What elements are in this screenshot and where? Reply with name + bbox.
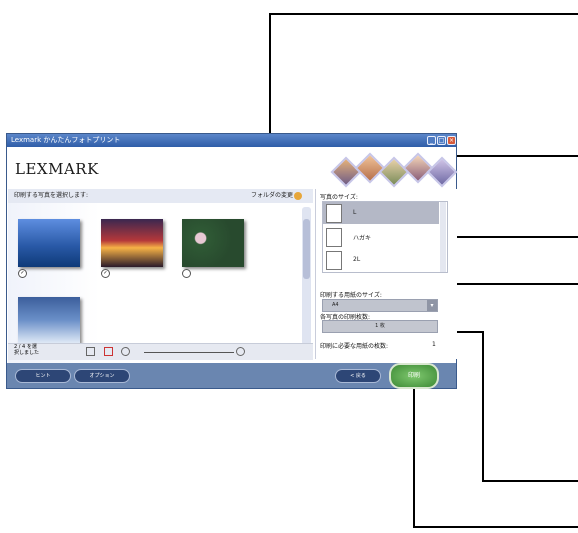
select-all-icon[interactable] [86, 347, 95, 356]
selection-count: 2 / 4 を選 択しました [14, 344, 40, 356]
sheets-label: 印刷に必要な用紙の枚数: [320, 343, 389, 350]
footer-bar: ヒント オプション < 戻る 印刷 [7, 363, 456, 389]
photo-size-option[interactable]: L [323, 202, 439, 224]
photo-checkbox[interactable]: ✓ [101, 269, 110, 278]
back-button[interactable]: < 戻る [335, 369, 381, 383]
folder-icon[interactable] [294, 192, 302, 200]
photo-thumbnail[interactable] [18, 219, 80, 267]
photo-checkbox[interactable]: ✓ [18, 269, 27, 278]
zoom-in-icon[interactable] [236, 347, 245, 356]
window-title: Lexmark かんたんフォトプリント [11, 136, 121, 144]
callout-line [482, 480, 578, 482]
callout-line [482, 331, 484, 482]
print-button[interactable]: 印刷 [389, 363, 439, 389]
size-postcard-icon [326, 228, 342, 247]
hint-button[interactable]: ヒント [15, 369, 71, 383]
photo-instruction: 印刷する写真を選択します: [14, 192, 89, 199]
zoom-out-icon[interactable] [121, 347, 130, 356]
zoom-slider[interactable] [144, 352, 234, 353]
photo-pane-header: 印刷する写真を選択します: フォルダの変更 [8, 189, 313, 203]
callout-line [413, 388, 415, 528]
options-button[interactable]: オプション [74, 369, 130, 383]
header: LEXMARK [7, 147, 458, 188]
photo-thumbnail[interactable] [18, 297, 80, 343]
close-icon[interactable]: × [447, 136, 456, 145]
photo-size-label: 写真のサイズ: [320, 194, 358, 201]
size-2l-icon [326, 251, 342, 270]
size-l-icon [326, 204, 342, 223]
photo-thumbnail[interactable] [182, 219, 244, 267]
folder-change-link[interactable]: フォルダの変更 [251, 189, 293, 203]
photo-size-option[interactable]: 2L [323, 249, 439, 271]
print-settings-pane: 写真のサイズ: L ハガキ 2L 印刷する用紙のサイズ: A4 ▾ 各写真の印刷… [315, 189, 457, 359]
callout-line [269, 13, 578, 15]
deselect-all-icon[interactable] [104, 347, 113, 356]
chevron-down-icon: ▾ [427, 300, 437, 311]
lexmark-logo: LEXMARK [15, 160, 99, 178]
app-window: Lexmark かんたんフォトプリント _ □ × LEXMARK 印刷する写真… [6, 133, 458, 389]
paper-size-dropdown[interactable]: A4 ▾ [322, 299, 438, 312]
photo-toolbar: 2 / 4 を選 択しました [8, 343, 313, 360]
header-photo-banner [325, 151, 458, 188]
photo-scrollbar[interactable] [302, 207, 311, 345]
callout-line [413, 526, 578, 528]
photo-checkbox[interactable] [182, 269, 191, 278]
maximize-icon[interactable]: □ [437, 136, 446, 145]
photo-size-option[interactable]: ハガキ [323, 226, 439, 248]
minimize-icon[interactable]: _ [427, 136, 436, 145]
copies-stepper[interactable]: 1 枚 [322, 320, 438, 333]
photo-thumbnail[interactable] [101, 219, 163, 267]
photo-size-list[interactable]: L ハガキ 2L [322, 201, 448, 273]
paper-size-label: 印刷する用紙のサイズ: [320, 292, 382, 299]
title-bar[interactable]: Lexmark かんたんフォトプリント _ □ × [7, 134, 456, 147]
sheets-value: 1 [432, 341, 436, 348]
size-list-scrollbar[interactable] [440, 202, 446, 272]
